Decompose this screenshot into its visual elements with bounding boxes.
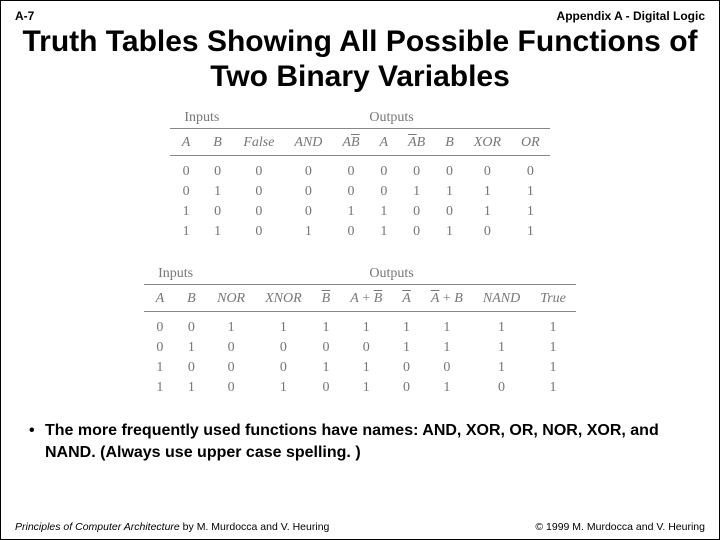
col-a-plus-notb: A + B: [340, 285, 392, 312]
truth-tables: Inputs Outputs A B False AND AB A AB B X…: [1, 104, 719, 406]
group-inputs: Inputs: [170, 108, 233, 129]
col-nand: NAND: [473, 285, 530, 312]
page-title: Truth Tables Showing All Possible Functi…: [1, 23, 719, 104]
table-row: 00 11111111: [144, 312, 576, 339]
truth-table-1: Inputs Outputs A B False AND AB A AB B X…: [170, 108, 549, 242]
bullet-icon: •: [29, 420, 45, 442]
col-true: True: [530, 285, 576, 312]
table-row: 11 01010101: [144, 378, 576, 398]
appendix-label: Appendix A - Digital Logic: [557, 9, 705, 23]
group-outputs: Outputs: [207, 264, 576, 285]
table-row: 00 00000000: [170, 156, 549, 183]
col-nota-b: AB: [398, 129, 435, 156]
table-row: 01 00001111: [170, 182, 549, 202]
group-inputs: Inputs: [144, 264, 207, 285]
truth-table-2: Inputs Outputs A B NOR XNOR B A + B A A …: [144, 264, 576, 398]
table2-body: 00 11111111 01 00001111 10 00110011 11 0…: [144, 312, 576, 399]
page-number: A-7: [15, 9, 34, 23]
col-or: OR: [511, 129, 550, 156]
table-row: 01 00001111: [144, 338, 576, 358]
col-b: B: [435, 129, 464, 156]
book-title: Principles of Computer Architecture: [15, 521, 180, 533]
col-xnor: XNOR: [255, 285, 312, 312]
col-false: False: [233, 129, 284, 156]
col-a-notb: AB: [332, 129, 369, 156]
col-and: AND: [284, 129, 332, 156]
footer-copyright: © 1999 M. Murdocca and V. Heuring: [535, 521, 705, 533]
bullet-note: •The more frequently used functions have…: [1, 406, 719, 463]
col-B: B: [176, 285, 208, 312]
table1-body: 00 00000000 01 00001111 10 00110011 11 0…: [170, 156, 549, 243]
table-row: 10 00110011: [170, 202, 549, 222]
col-A: A: [144, 285, 176, 312]
slide-header: A-7 Appendix A - Digital Logic: [1, 1, 719, 23]
footer-left: Principles of Computer Architecture by M…: [15, 521, 329, 533]
table-row: 10 00110011: [144, 358, 576, 378]
col-A: A: [170, 129, 202, 156]
bullet-text: The more frequently used functions have …: [45, 422, 659, 461]
col-nota-plus-b: A + B: [421, 285, 473, 312]
col-B: B: [202, 129, 234, 156]
table-row: 11 01010101: [170, 222, 549, 242]
slide-footer: Principles of Computer Architecture by M…: [1, 521, 719, 533]
book-authors: by M. Murdocca and V. Heuring: [180, 521, 330, 533]
col-a: A: [370, 129, 399, 156]
col-notb: B: [312, 285, 341, 312]
group-outputs: Outputs: [233, 108, 549, 129]
col-xor: XOR: [464, 129, 511, 156]
col-nota: A: [392, 285, 421, 312]
col-nor: NOR: [207, 285, 255, 312]
